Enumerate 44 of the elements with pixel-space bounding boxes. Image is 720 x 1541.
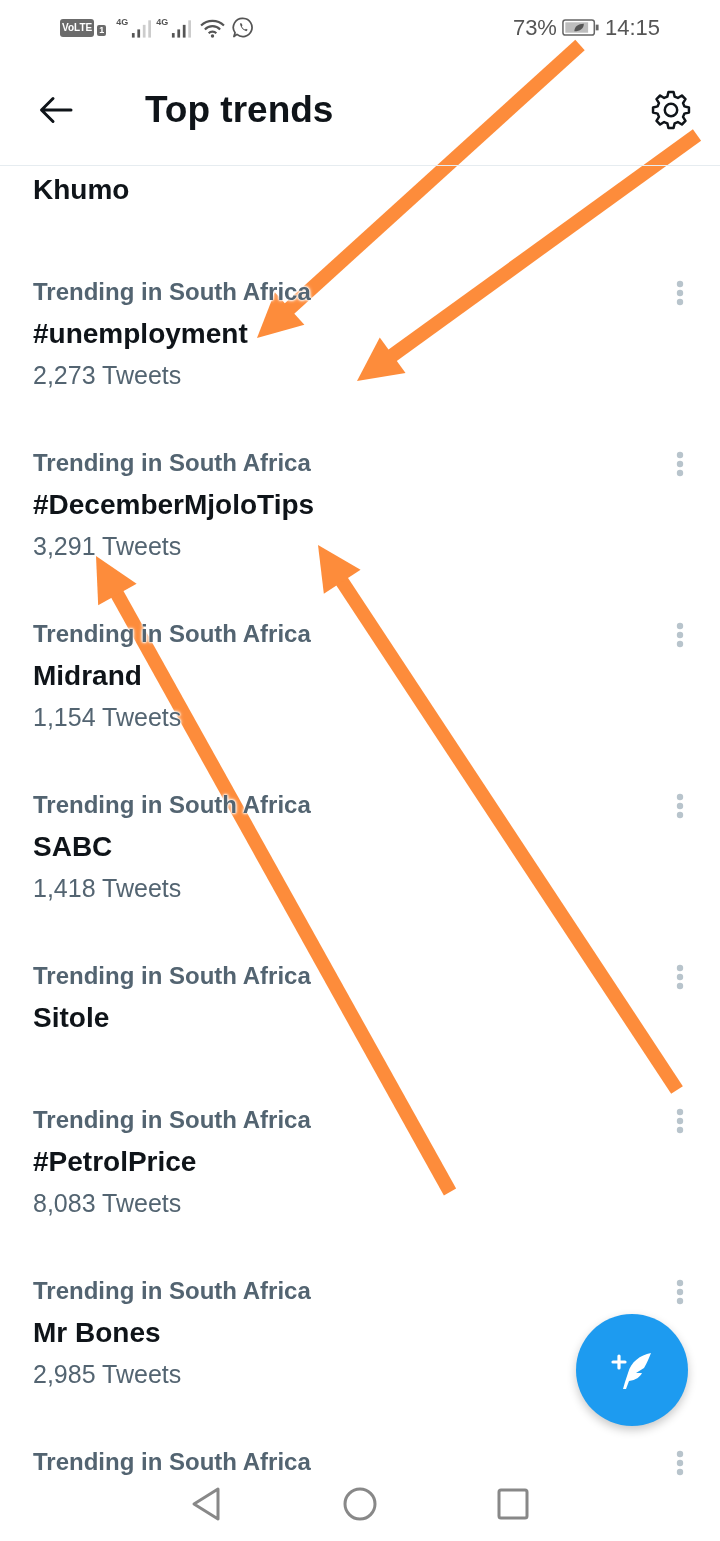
- more-options-icon[interactable]: [676, 1279, 684, 1305]
- sim-slot-badge: 1: [97, 25, 107, 36]
- chat-phone-icon: [232, 16, 256, 39]
- signal-icon: [131, 19, 152, 38]
- trend-name[interactable]: Mr Bones: [33, 1311, 161, 1355]
- trend-category: Trending in South Africa: [33, 448, 311, 478]
- back-arrow-icon[interactable]: [39, 96, 73, 124]
- more-options-icon[interactable]: [676, 622, 684, 648]
- trend-name[interactable]: #PetrolPrice: [33, 1140, 197, 1184]
- volte-badge: VoLTE: [60, 18, 95, 37]
- trend-name[interactable]: Khumo: [33, 168, 130, 212]
- battery-icon: [561, 18, 600, 37]
- trend-category: Trending in South Africa: [33, 1105, 311, 1135]
- trend-name[interactable]: #DecemberMjoloTips: [33, 483, 315, 527]
- more-options-icon[interactable]: [676, 793, 684, 819]
- wifi-icon: [199, 17, 227, 38]
- tweet-count: 8,083 Tweets: [33, 1188, 182, 1219]
- trend-name[interactable]: #unemployment: [33, 312, 248, 356]
- nav-recents-icon[interactable]: [496, 1486, 530, 1522]
- trend-category: Trending in South Africa: [33, 1276, 311, 1306]
- trend-name[interactable]: Sitole: [33, 996, 110, 1040]
- tweet-count: 2,985 Tweets: [33, 1359, 182, 1390]
- trend-name[interactable]: SABC: [33, 825, 113, 869]
- tweet-count: 1,418 Tweets: [33, 873, 182, 904]
- tweet-count: 1,154 Tweets: [33, 702, 182, 733]
- trend-category: Trending in South Africa: [33, 961, 311, 991]
- more-options-icon[interactable]: [676, 1108, 684, 1134]
- more-options-icon[interactable]: [676, 451, 684, 477]
- compose-button[interactable]: [576, 1314, 688, 1426]
- tweet-count: 3,291 Tweets: [33, 531, 182, 562]
- network-type-label: 4G: [156, 16, 169, 27]
- tweet-count: 2,273 Tweets: [33, 360, 182, 391]
- more-options-icon[interactable]: [676, 1450, 684, 1476]
- settings-icon[interactable]: [650, 89, 692, 131]
- trend-category: Trending in South Africa: [33, 1447, 311, 1477]
- page-title: Top trends: [145, 88, 335, 132]
- clock-time: 14:15: [604, 14, 660, 41]
- nav-home-icon[interactable]: [343, 1486, 377, 1522]
- signal-icon: [171, 19, 192, 38]
- more-options-icon[interactable]: [676, 280, 684, 306]
- battery-percent: 73%: [512, 14, 557, 41]
- network-type-label: 4G: [116, 16, 129, 27]
- more-options-icon[interactable]: [676, 964, 684, 990]
- trend-name[interactable]: Midrand: [33, 654, 142, 698]
